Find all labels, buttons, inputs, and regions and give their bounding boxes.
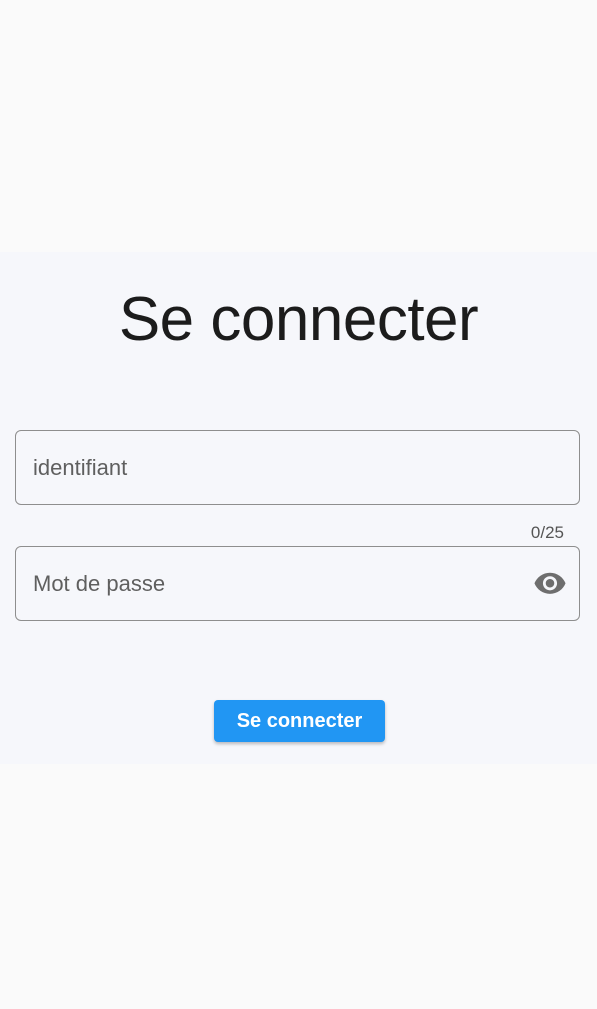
eye-icon[interactable] [533, 572, 567, 596]
page-title: Se connecter [118, 285, 479, 354]
username-field[interactable]: identifiant [15, 430, 580, 505]
username-character-counter: 0/25 [530, 523, 564, 542]
username-placeholder: identifiant [33, 454, 128, 480]
password-placeholder: Mot de passe [33, 570, 166, 596]
login-button[interactable]: Se connecter [214, 700, 385, 742]
password-field[interactable]: Mot de passe [15, 546, 580, 621]
